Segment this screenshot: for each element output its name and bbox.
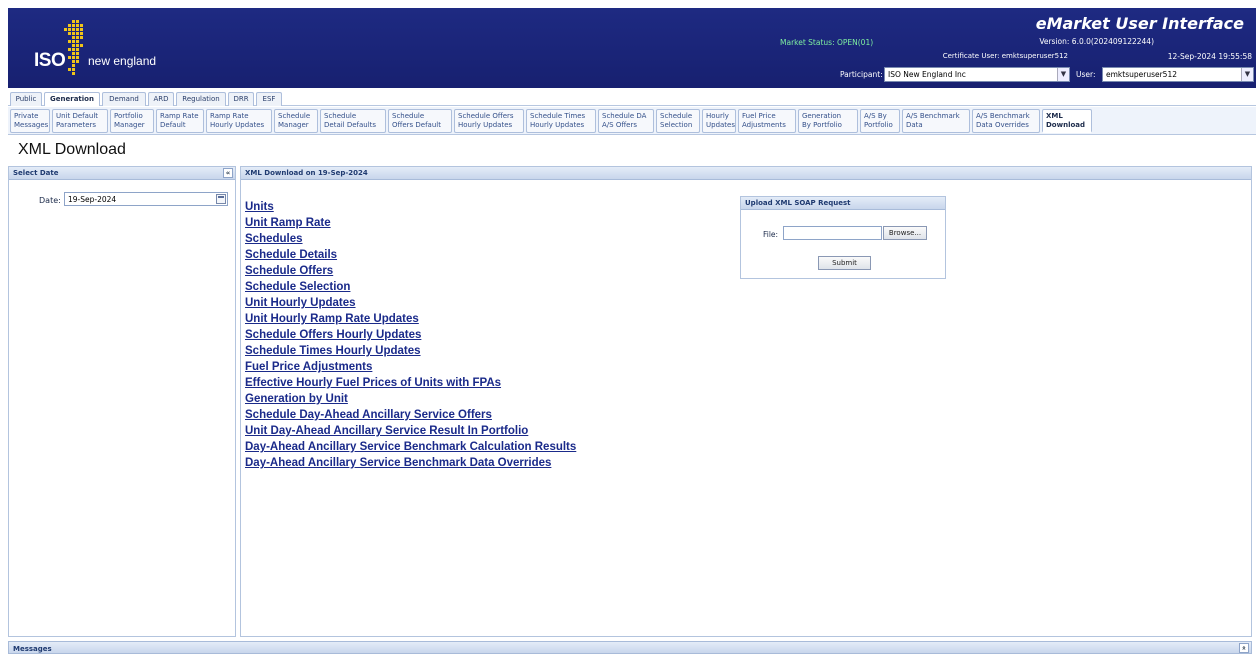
link-schedule-details[interactable]: Schedule Details	[245, 247, 576, 263]
messages-bar[interactable]: Messages »	[8, 641, 1252, 654]
logo-iso-text: ISO	[34, 50, 66, 71]
download-link-list: Units Unit Ramp Rate Schedules Schedule …	[245, 199, 576, 471]
tab-xml-download[interactable]: XML Download	[1042, 109, 1092, 133]
link-effective-hourly-fuel-prices[interactable]: Effective Hourly Fuel Prices of Units wi…	[245, 375, 576, 391]
xml-download-panel: XML Download on 19-Sep-2024 Units Unit R…	[240, 166, 1252, 637]
tab-ard[interactable]: ARD	[148, 92, 174, 106]
tab-generation-by-portfolio[interactable]: Generation By Portfolio	[798, 109, 858, 133]
tab-as-benchmark-data[interactable]: A/S Benchmark Data	[902, 109, 970, 133]
app-header: ISO new england eMarket User Interface V…	[8, 8, 1256, 88]
file-label: File:	[763, 230, 779, 239]
main-tab-bar: Public Generation Demand ARD Regulation …	[8, 92, 1256, 106]
tab-schedule-da-as-offers[interactable]: Schedule DA A/S Offers	[598, 109, 654, 133]
link-schedule-selection[interactable]: Schedule Selection	[245, 279, 576, 295]
upload-xml-soap-box: Upload XML SOAP Request File: Browse... …	[740, 196, 946, 279]
tab-as-benchmark-data-overrides[interactable]: A/S Benchmark Data Overrides	[972, 109, 1040, 133]
tab-schedule-manager[interactable]: Schedule Manager	[274, 109, 318, 133]
tab-esf[interactable]: ESF	[256, 92, 282, 106]
tab-schedule-detail-defaults[interactable]: Schedule Detail Defaults	[320, 109, 386, 133]
chevron-down-icon[interactable]: ▼	[1057, 68, 1069, 81]
link-fuel-price-adjustments[interactable]: Fuel Price Adjustments	[245, 359, 576, 375]
tab-generation[interactable]: Generation	[44, 92, 100, 106]
tab-ramp-rate-default[interactable]: Ramp Rate Default	[156, 109, 204, 133]
link-schedules[interactable]: Schedules	[245, 231, 576, 247]
select-date-panel: Select Date « Date: 19-Sep-2024	[8, 166, 236, 637]
tab-ramp-rate-hourly-updates[interactable]: Ramp Rate Hourly Updates	[206, 109, 272, 133]
participant-value: ISO New England Inc	[888, 70, 966, 79]
link-schedule-times-hourly-updates[interactable]: Schedule Times Hourly Updates	[245, 343, 576, 359]
tab-unit-default-parameters[interactable]: Unit Default Parameters	[52, 109, 108, 133]
user-label: User:	[1076, 70, 1096, 79]
select-date-header: Select Date «	[9, 167, 235, 180]
xml-download-header: XML Download on 19-Sep-2024	[241, 167, 1251, 180]
tab-schedule-offers-default[interactable]: Schedule Offers Default	[388, 109, 452, 133]
tab-demand[interactable]: Demand	[102, 92, 146, 106]
date-value: 19-Sep-2024	[68, 195, 117, 204]
link-schedule-offers[interactable]: Schedule Offers	[245, 263, 576, 279]
date-label: Date:	[39, 196, 61, 205]
sub-tab-bar: Private Messages Unit Default Parameters…	[8, 107, 1256, 135]
logo-grid-icon	[64, 20, 83, 75]
collapse-panel-button[interactable]: «	[223, 168, 233, 178]
messages-title: Messages	[13, 645, 52, 653]
calendar-icon[interactable]	[216, 194, 226, 204]
participant-label: Participant:	[840, 70, 883, 79]
tab-public[interactable]: Public	[10, 92, 42, 106]
tab-private-messages[interactable]: Private Messages	[10, 109, 50, 133]
header-datetime: 12-Sep-2024 19:55:58	[1167, 52, 1252, 61]
tab-drr[interactable]: DRR	[228, 92, 254, 106]
tab-regulation[interactable]: Regulation	[176, 92, 226, 106]
version-text: Version: 6.0.0(202409122244)	[1039, 37, 1154, 46]
link-schedule-da-as-offers[interactable]: Schedule Day-Ahead Ancillary Service Off…	[245, 407, 576, 423]
tab-hourly-updates[interactable]: Hourly Updates	[702, 109, 736, 133]
date-input[interactable]: 19-Sep-2024	[64, 192, 228, 206]
link-unit-ramp-rate[interactable]: Unit Ramp Rate	[245, 215, 576, 231]
chevron-down-icon[interactable]: ▼	[1241, 68, 1253, 81]
submit-button[interactable]: Submit	[818, 256, 871, 270]
browse-button[interactable]: Browse...	[883, 226, 927, 240]
link-da-as-benchmark-data-overrides[interactable]: Day-Ahead Ancillary Service Benchmark Da…	[245, 455, 576, 471]
iso-new-england-logo: ISO new england	[34, 20, 174, 80]
market-status: Market Status: OPEN(01)	[780, 38, 874, 47]
expand-messages-button[interactable]: »	[1239, 643, 1249, 653]
participant-select[interactable]: ISO New England Inc ▼	[884, 67, 1070, 82]
certificate-user: Certificate User: emktsuperuser512	[942, 52, 1068, 60]
link-unit-hourly-ramp-rate-updates[interactable]: Unit Hourly Ramp Rate Updates	[245, 311, 576, 327]
link-unit-hourly-updates[interactable]: Unit Hourly Updates	[245, 295, 576, 311]
tab-schedule-times-hourly-updates[interactable]: Schedule Times Hourly Updates	[526, 109, 596, 133]
page-title: XML Download	[18, 141, 126, 158]
xml-download-title: XML Download on 19-Sep-2024	[245, 169, 368, 177]
link-schedule-offers-hourly-updates[interactable]: Schedule Offers Hourly Updates	[245, 327, 576, 343]
upload-xml-soap-title: Upload XML SOAP Request	[741, 197, 945, 210]
app-title: eMarket User Interface	[1035, 14, 1244, 33]
tab-as-by-portfolio[interactable]: A/S By Portfolio	[860, 109, 900, 133]
link-unit-da-as-result[interactable]: Unit Day-Ahead Ancillary Service Result …	[245, 423, 576, 439]
file-input[interactable]	[783, 226, 882, 240]
user-select[interactable]: emktsuperuser512 ▼	[1102, 67, 1254, 82]
user-value: emktsuperuser512	[1106, 70, 1177, 79]
tab-portfolio-manager[interactable]: Portfolio Manager	[110, 109, 154, 133]
link-da-as-benchmark-calc-results[interactable]: Day-Ahead Ancillary Service Benchmark Ca…	[245, 439, 576, 455]
link-generation-by-unit[interactable]: Generation by Unit	[245, 391, 576, 407]
tab-schedule-offers-hourly-updates[interactable]: Schedule Offers Hourly Updates	[454, 109, 524, 133]
tab-schedule-selection[interactable]: Schedule Selection	[656, 109, 700, 133]
logo-new-england-text: new england	[88, 54, 157, 68]
tab-fuel-price-adjustments[interactable]: Fuel Price Adjustments	[738, 109, 796, 133]
link-units[interactable]: Units	[245, 199, 576, 215]
select-date-title: Select Date	[13, 169, 59, 177]
